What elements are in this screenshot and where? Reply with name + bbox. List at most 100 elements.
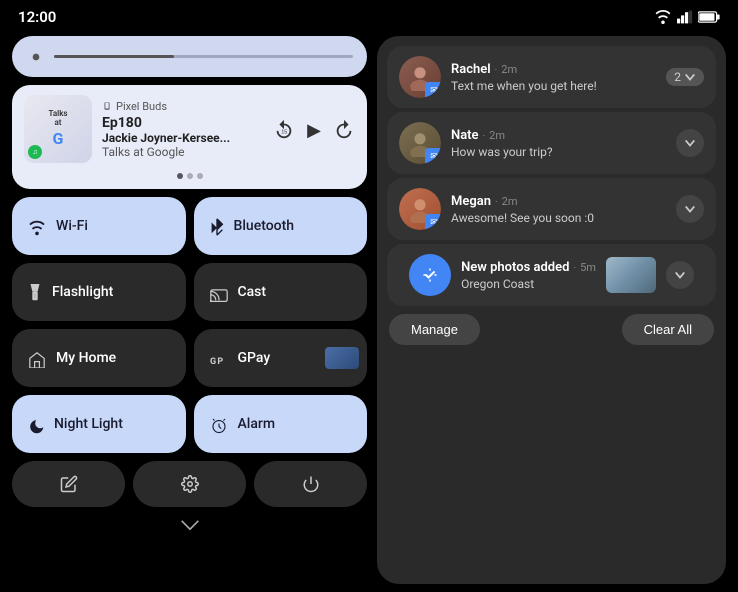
notif-megan-msg: Awesome! See you soon :0	[451, 211, 666, 225]
tile-cast[interactable]: Cast	[194, 263, 368, 321]
bluetooth-tile-icon	[210, 216, 224, 236]
tile-flashlight[interactable]: Flashlight	[12, 263, 186, 321]
photos-icon	[409, 254, 451, 296]
notif-rachel[interactable]: ✉ Rachel · 2m Text me when you get here!…	[387, 46, 716, 108]
right-panel: ✉ Rachel · 2m Text me when you get here!…	[377, 36, 726, 584]
flashlight-tile-icon	[28, 282, 42, 302]
status-icons	[654, 10, 720, 24]
notif-megan-time: 2m	[502, 195, 518, 208]
screen: 12:00	[0, 0, 738, 592]
media-episode: Ep180	[102, 115, 263, 131]
media-controls: 15 ▶	[273, 119, 355, 141]
alarm-tile-label: Alarm	[238, 416, 276, 432]
tile-nightlight[interactable]: Night Light	[12, 395, 186, 453]
notif-nate[interactable]: ✉ Nate · 2m How was your trip?	[387, 112, 716, 174]
home-tile-icon	[28, 349, 46, 368]
spotify-icon: ♫	[28, 145, 42, 159]
brightness-icon	[26, 46, 46, 67]
panels: Talksat G ♫ Pixel Buds Ep180 Jackie Joyn…	[0, 0, 738, 592]
media-device: Pixel Buds	[102, 100, 263, 113]
media-top: Talksat G ♫ Pixel Buds Ep180 Jackie Joyn…	[24, 95, 355, 163]
notif-count: 2	[674, 70, 681, 84]
notif-nate-time: 2m	[489, 129, 505, 142]
media-info: Pixel Buds Ep180 Jackie Joyner-Kersee...…	[102, 100, 263, 159]
message-badge-megan: ✉	[425, 214, 441, 230]
message-badge-nate: ✉	[425, 148, 441, 164]
skip-forward-button[interactable]	[333, 119, 355, 141]
tile-myhome[interactable]: My Home	[12, 329, 186, 387]
cast-tile-icon	[210, 283, 228, 302]
notif-nate-name: Nate	[451, 128, 479, 143]
wifi-tile-label: Wi-Fi	[56, 218, 88, 234]
dot-1	[177, 173, 183, 179]
photos-notif-msg: Oregon Coast	[461, 277, 596, 291]
brightness-row[interactable]	[12, 36, 367, 77]
play-pause-button[interactable]: ▶	[307, 120, 321, 141]
photos-notif-content: New photos added · 5m Oregon Coast	[461, 260, 596, 291]
avatar-nate: ✉	[399, 122, 441, 164]
cast-tile-label: Cast	[238, 284, 267, 300]
flashlight-tile-label: Flashlight	[52, 284, 113, 300]
gpay-tile-label: GPay	[238, 350, 271, 366]
tiles-grid: Wi-Fi Bluetooth	[12, 197, 367, 453]
nightlight-tile-icon	[28, 415, 44, 434]
tile-gpay[interactable]: G P GPay	[194, 329, 368, 387]
status-time: 12:00	[18, 8, 56, 26]
nightlight-tile-label: Night Light	[54, 416, 123, 432]
notif-megan-content: Megan · 2m Awesome! See you soon :0	[451, 194, 666, 225]
notif-photos[interactable]: New photos added · 5m Oregon Coast	[387, 244, 716, 306]
myhome-tile-label: My Home	[56, 350, 116, 366]
tile-bluetooth[interactable]: Bluetooth	[194, 197, 368, 255]
photos-expand[interactable]	[666, 261, 694, 289]
notif-actions: Manage Clear All	[387, 314, 716, 345]
media-progress-dots	[24, 173, 355, 179]
media-track-title: Jackie Joyner-Kersee...	[102, 131, 263, 145]
notif-megan-name: Megan	[451, 194, 491, 209]
notif-nate-content: Nate · 2m How was your trip?	[451, 128, 666, 159]
notif-rachel-name: Rachel	[451, 62, 491, 77]
notif-megan[interactable]: ✉ Megan · 2m Awesome! See you soon :0	[387, 178, 716, 240]
media-art: Talksat G ♫	[24, 95, 92, 163]
svg-text:G: G	[210, 357, 216, 367]
media-show: Talks at Google	[102, 145, 263, 159]
wifi-status-icon	[654, 10, 672, 24]
battery-icon	[698, 11, 720, 23]
left-panel: Talksat G ♫ Pixel Buds Ep180 Jackie Joyn…	[12, 36, 367, 584]
notif-nate-expand[interactable]	[676, 129, 704, 157]
notif-rachel-msg: Text me when you get here!	[451, 79, 656, 93]
status-bar: 12:00	[0, 0, 738, 30]
action-row	[12, 461, 367, 507]
notif-rachel-time: 2m	[501, 63, 517, 76]
clear-all-button[interactable]: Clear All	[622, 314, 714, 345]
photos-notif-name: New photos added	[461, 260, 569, 275]
photos-notif-time: 5m	[580, 261, 596, 274]
dot-3	[197, 173, 203, 179]
media-device-name: Pixel Buds	[116, 100, 167, 113]
message-badge: ✉	[425, 82, 441, 98]
svg-text:15: 15	[281, 130, 287, 136]
edit-button[interactable]	[12, 461, 125, 507]
svg-text:P: P	[217, 357, 223, 367]
notif-nate-msg: How was your trip?	[451, 145, 666, 159]
notif-expand-count[interactable]: 2	[666, 68, 704, 86]
tile-alarm[interactable]: Alarm	[194, 395, 368, 453]
photos-notif-top: New photos added · 5m Oregon Coast	[409, 254, 694, 296]
notif-megan-expand[interactable]	[676, 195, 704, 223]
bluetooth-tile-label: Bluetooth	[234, 218, 295, 234]
alarm-tile-icon	[210, 414, 228, 434]
avatar-megan: ✉	[399, 188, 441, 230]
media-card: Talksat G ♫ Pixel Buds Ep180 Jackie Joyn…	[12, 85, 367, 189]
skip-back-button[interactable]: 15	[273, 119, 295, 141]
brightness-slider[interactable]	[54, 55, 353, 58]
settings-button[interactable]	[133, 461, 246, 507]
card-chip	[325, 347, 359, 369]
gpay-tile-icon: G P	[210, 349, 228, 368]
tile-wifi[interactable]: Wi-Fi	[12, 197, 186, 255]
signal-icon	[677, 10, 693, 24]
manage-button[interactable]: Manage	[389, 314, 480, 345]
dot-2	[187, 173, 193, 179]
chevron-down[interactable]	[12, 515, 367, 531]
wifi-tile-icon	[28, 217, 46, 236]
notif-rachel-content: Rachel · 2m Text me when you get here!	[451, 62, 656, 93]
power-button[interactable]	[254, 461, 367, 507]
